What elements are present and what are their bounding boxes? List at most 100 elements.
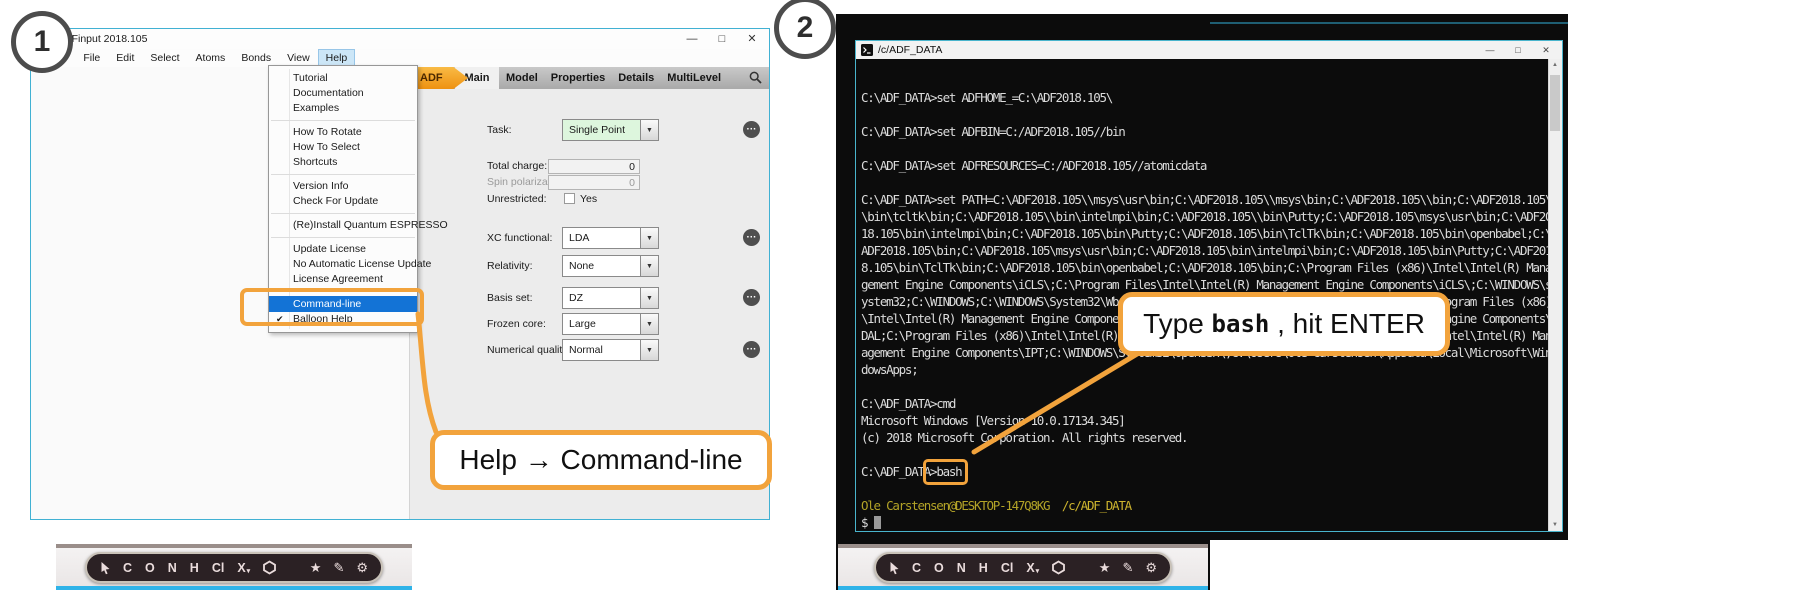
unrestricted-checkbox[interactable] [564,193,575,204]
help-menu-item[interactable]: ✔ Check For Update [269,194,417,209]
element-button[interactable]: N [168,561,178,575]
maximize-button[interactable]: □ [707,29,737,49]
chevron-down-icon[interactable]: ▼ [640,314,658,334]
terminal-title: /c/ADF_DATA [878,44,943,56]
help-menu-item[interactable]: ✔ (Re)Install Quantum ESPRESSO [269,218,448,233]
menu-bar-item[interactable]: Edit [108,49,142,67]
element-button[interactable]: X ▾ [237,561,250,575]
element-button[interactable]: N [957,561,967,575]
menu-bar-item[interactable]: File [75,49,108,67]
basis-set-label: Basis set: [487,292,533,304]
task-more-button[interactable]: ··· [743,121,760,138]
chevron-down-icon[interactable]: ▼ [640,256,658,276]
chevron-down-icon[interactable]: ▼ [640,340,658,360]
chevron-down-icon[interactable]: ▼ [640,120,658,140]
settings-gear-icon[interactable]: ⚙ [1145,560,1157,576]
frozen-core-label: Frozen core: [487,318,546,330]
element-button[interactable]: C [912,561,922,575]
help-menu-item[interactable]: ✔ Version Info [269,179,417,194]
element-toolbar: C O N H Cl X ▾ ★ ✎ ⚙ [85,552,383,583]
element-button[interactable]: H [979,561,989,575]
basis-more-button[interactable]: ··· [743,289,760,306]
element-button[interactable]: O [934,561,945,575]
terminal-titlebar[interactable]: /c/ADF_DATA — □ ✕ [856,41,1562,59]
help-menu-item[interactable]: ✔ [271,213,415,214]
xc-functional-dropdown[interactable]: LDA ▼ [562,227,659,249]
menu-bar-item[interactable]: Select [142,49,187,67]
relativity-value: None [569,260,595,272]
scroll-up-icon[interactable]: ▲ [1549,62,1561,68]
help-menu-item[interactable]: ✔ License Agreement [269,272,417,287]
pointer-tool-icon[interactable] [100,561,111,575]
tab-item[interactable]: Properties [551,72,605,84]
help-menu-item[interactable]: ✔ [271,237,415,238]
terminal-line: C:\ADF_DATA>bash [861,464,963,479]
tab-item[interactable]: MultiLevel [667,72,721,84]
annotation-text: Type [1143,308,1212,339]
minimize-button[interactable]: — [677,29,707,49]
relativity-dropdown[interactable]: None ▼ [562,255,659,277]
close-button[interactable]: ✕ [1532,41,1560,59]
scroll-down-icon[interactable]: ▼ [1549,522,1561,528]
element-button[interactable]: H [190,561,200,575]
help-menu-item[interactable]: ✔ [271,120,415,121]
quality-more-button[interactable]: ··· [743,341,760,358]
pointer-tool-icon[interactable] [889,561,900,575]
minimize-button[interactable]: — [1476,41,1504,59]
terminal-window: /c/ADF_DATA — □ ✕ C:\ADF_DATA>set ADFHOM… [855,40,1563,532]
ring-tool-icon[interactable] [1051,560,1066,575]
total-charge-label: Total charge: [487,160,548,172]
help-menu-item[interactable]: ✔ Examples [269,101,417,116]
help-menu-item[interactable]: ✔ How To Select [269,140,417,155]
step-2-badge: 2 [774,0,836,59]
settings-gear-icon[interactable]: ⚙ [356,560,368,576]
chevron-down-icon: ▾ [1035,567,1040,575]
help-menu-item[interactable]: ✔ Tutorial [269,71,417,86]
step-1-number: 1 [33,25,51,58]
basis-set-dropdown[interactable]: DZ ▼ [562,287,659,309]
close-button[interactable]: ✕ [737,29,767,49]
pen-tool-icon[interactable]: ✎ [1122,560,1133,576]
tab-item[interactable]: Model [506,72,538,84]
pen-tool-icon[interactable]: ✎ [333,560,344,576]
help-menu-item[interactable]: ✔ How To Rotate [269,125,417,140]
annotation-code-text: bash [1211,310,1270,338]
tutorial-page: 1 2 ADFinput 2018.105 — □ ✕ SCMFileEditS… [0,0,1799,594]
numerical-quality-dropdown[interactable]: Normal ▼ [562,339,659,361]
window-bottom-border [838,586,1208,590]
xc-more-button[interactable]: ··· [743,229,760,246]
ring-tool-icon[interactable] [262,560,277,575]
element-button[interactable]: O [145,561,156,575]
chevron-down-icon[interactable]: ▼ [640,228,658,248]
scrollbar-thumb[interactable] [1550,75,1560,131]
frozen-core-dropdown[interactable]: Large ▼ [562,313,659,335]
total-charge-field[interactable]: 0 [548,159,640,174]
annotation-text: , hit ENTER [1269,308,1425,339]
spin-polarization-field: 0 [548,175,640,190]
element-button[interactable]: Cl [1001,561,1015,575]
task-dropdown[interactable]: Single Point ▼ [562,119,659,141]
xc-functional-label: XC functional: [487,232,553,244]
element-button[interactable]: Cl [212,561,226,575]
element-button[interactable]: X ▾ [1026,561,1039,575]
chevron-down-icon[interactable]: ▼ [640,288,658,308]
favorites-star-icon[interactable]: ★ [1099,560,1111,576]
tab-item[interactable]: Details [618,72,654,84]
search-icon[interactable] [749,71,762,89]
menu-bar-item[interactable]: Atoms [188,49,234,67]
help-menu-item[interactable]: ✔ Shortcuts [269,155,417,170]
help-menu-item[interactable]: ✔ [271,174,415,175]
favorites-star-icon[interactable]: ★ [310,560,322,576]
element-button[interactable]: C [123,561,133,575]
help-menu-item[interactable]: ✔ Update License [269,242,417,257]
adfinput-titlebar[interactable]: ADFinput 2018.105 — □ ✕ [31,29,769,50]
help-menu-item[interactable]: ✔ No Automatic License Update [269,257,431,272]
maximize-button[interactable]: □ [1504,41,1532,59]
unrestricted-option-label: Yes [580,193,598,205]
console-icon [861,44,873,56]
scrollbar[interactable]: ▲ ▼ [1548,59,1562,531]
help-menu-item[interactable]: ✔ Documentation [269,86,417,101]
terminal-line: Microsoft Windows [Version 10.0.17134.34… [861,413,1126,428]
